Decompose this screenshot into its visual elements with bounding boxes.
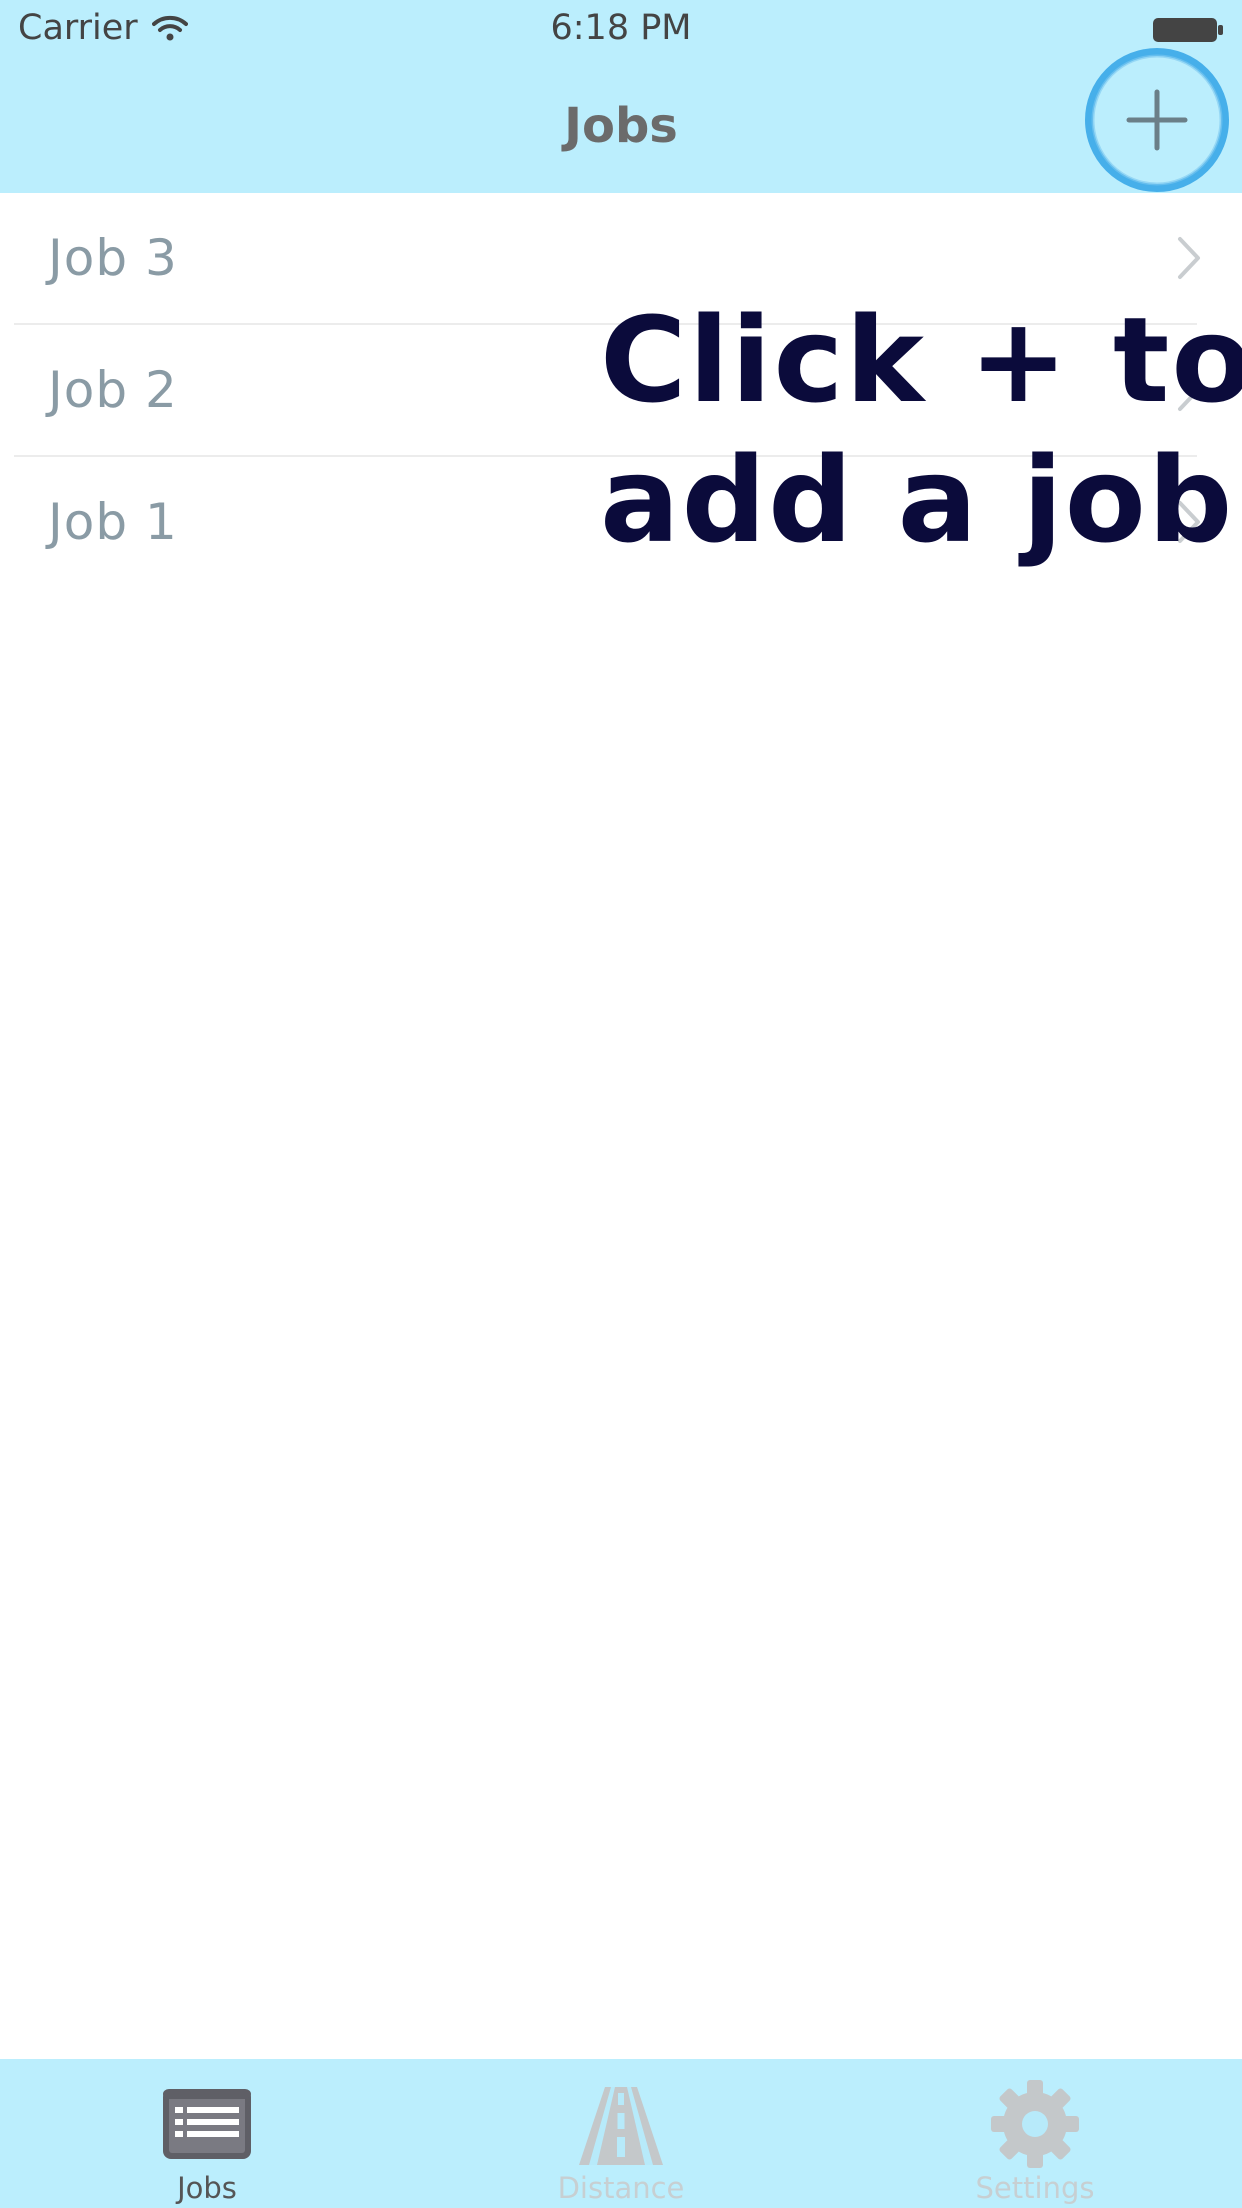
header: Carrier 6:18 PM Jobs — [0, 0, 1242, 193]
tab-label: Jobs — [177, 2171, 237, 2205]
list-icon — [163, 2089, 251, 2159]
add-job-hint: Click + to add a job — [600, 290, 1242, 570]
tab-label: Settings — [975, 2171, 1095, 2205]
hint-line-2: add a job — [600, 431, 1235, 569]
job-label: Job 2 — [48, 361, 178, 419]
add-job-button[interactable] — [1083, 46, 1231, 194]
tab-label: Distance — [557, 2171, 685, 2205]
battery-icon — [1153, 18, 1223, 42]
tab-bar: Jobs Distance Settings — [0, 2059, 1242, 2208]
nav-bar: Jobs — [0, 60, 1242, 193]
page-title: Jobs — [564, 98, 678, 154]
tab-jobs[interactable]: Jobs — [0, 2059, 414, 2208]
status-bar: Carrier 6:18 PM — [0, 0, 1242, 60]
jobs-screen: Carrier 6:18 PM Jobs Job 3 Job 2 Job 1 C… — [0, 0, 1242, 2208]
chevron-right-icon — [1178, 237, 1200, 279]
job-label: Job 1 — [48, 493, 178, 551]
hint-line-1: Click + to — [600, 291, 1242, 429]
tab-settings[interactable]: Settings — [828, 2059, 1242, 2208]
gear-icon — [991, 2080, 1079, 2168]
plus-icon — [1126, 89, 1188, 151]
tab-distance[interactable]: Distance — [414, 2059, 828, 2208]
status-time: 6:18 PM — [550, 8, 692, 48]
road-icon — [579, 2087, 663, 2165]
job-label: Job 3 — [48, 229, 178, 287]
